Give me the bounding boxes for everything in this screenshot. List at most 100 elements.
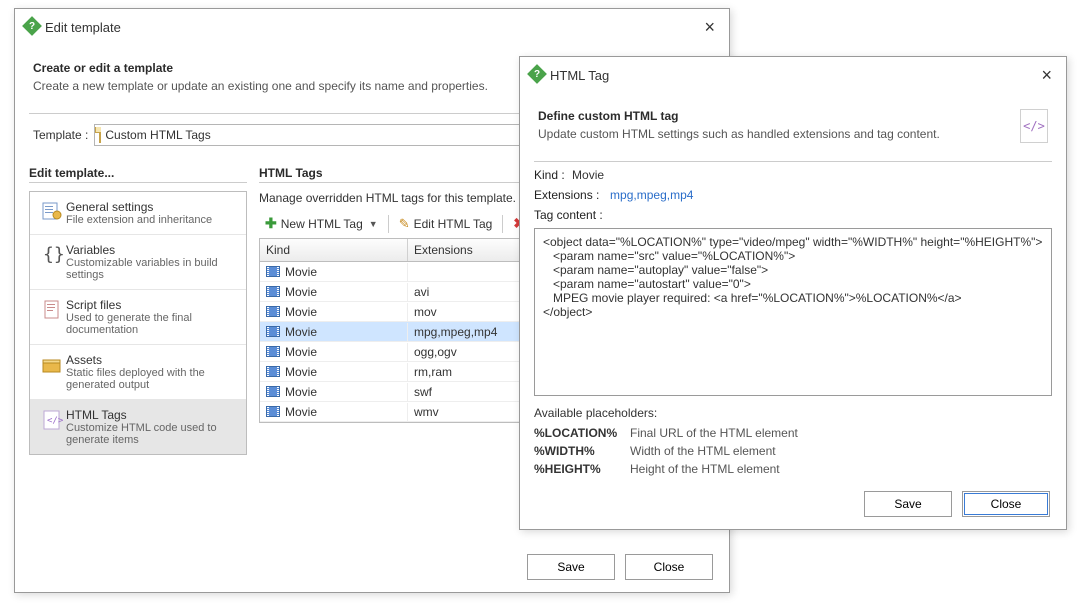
assets-icon — [38, 354, 66, 391]
braces-icon: {} — [38, 244, 66, 281]
separator — [29, 182, 247, 183]
header-block: Define custom HTML tag Update custom HTM… — [520, 95, 1066, 151]
nav-item-sub: Static files deployed with the generated… — [66, 367, 238, 391]
movie-icon — [266, 386, 280, 397]
nav-item-html-tags[interactable]: </> HTML Tags Customize HTML code used t… — [30, 400, 246, 454]
cell-kind-text: Movie — [285, 285, 317, 299]
cell-kind-text: Movie — [285, 385, 317, 399]
close-button[interactable]: Close — [962, 491, 1050, 517]
separator — [388, 215, 389, 233]
document-icon — [99, 128, 101, 142]
code-icon: </> — [38, 409, 66, 446]
pencil-icon: ✎ — [399, 216, 410, 232]
edit-button-label: Edit HTML Tag — [414, 217, 493, 231]
nav-item-sub: File extension and inheritance — [66, 214, 238, 226]
nav-item-title: General settings — [66, 200, 238, 214]
close-icon[interactable]: × — [1037, 65, 1056, 86]
nav-item-title: HTML Tags — [66, 408, 238, 422]
cell-kind-text: Movie — [285, 405, 317, 419]
movie-icon — [266, 266, 280, 277]
nav-list: General settings File extension and inhe… — [29, 191, 247, 455]
placeholder-desc: Height of the HTML element — [630, 462, 780, 476]
cell-kind-text: Movie — [285, 365, 317, 379]
svg-text:{}: {} — [43, 244, 63, 265]
left-column: Edit template... General settings File e… — [29, 160, 247, 455]
dialog-title: Edit template — [45, 20, 700, 35]
cell-kind-text: Movie — [285, 345, 317, 359]
new-html-tag-button[interactable]: ✚ New HTML Tag ▼ — [259, 213, 384, 234]
close-icon[interactable]: × — [700, 17, 719, 38]
tag-content-label-row: Tag content : — [534, 208, 1052, 222]
kind-value: Movie — [572, 168, 604, 182]
cell-kind-text: Movie — [285, 305, 317, 319]
nav-item-scripts[interactable]: Script files Used to generate the final … — [30, 290, 246, 345]
movie-icon — [266, 406, 280, 417]
nav-item-title: Script files — [66, 298, 238, 312]
header-title: Define custom HTML tag — [538, 109, 1020, 123]
cell-kind: Movie — [260, 403, 408, 421]
kind-label: Kind : — [534, 168, 565, 182]
cell-kind: Movie — [260, 343, 408, 361]
svg-text:</>: </> — [47, 416, 63, 426]
placeholder-row: %WIDTH%Width of the HTML element — [534, 444, 1052, 458]
titlebar: HTML Tag × — [520, 57, 1066, 95]
movie-icon — [266, 366, 280, 377]
nav-item-title: Variables — [66, 243, 238, 257]
template-label: Template : — [33, 128, 88, 142]
nav-item-general[interactable]: General settings File extension and inhe… — [30, 192, 246, 235]
movie-icon — [266, 346, 280, 357]
kind-row: Kind : Movie — [534, 168, 1052, 182]
placeholder-row: %HEIGHT%Height of the HTML element — [534, 462, 1052, 476]
placeholder-key: %WIDTH% — [534, 444, 630, 458]
tag-content-label: Tag content : — [534, 208, 603, 222]
html-tag-dialog: HTML Tag × Define custom HTML tag Update… — [519, 56, 1067, 530]
cell-kind: Movie — [260, 263, 408, 281]
save-button[interactable]: Save — [527, 554, 615, 580]
chevron-down-icon: ▼ — [369, 219, 378, 229]
cell-kind-text: Movie — [285, 265, 317, 279]
placeholder-desc: Width of the HTML element — [630, 444, 776, 458]
edit-html-tag-button[interactable]: ✎ Edit HTML Tag — [393, 214, 499, 234]
close-button[interactable]: Close — [625, 554, 713, 580]
cell-kind: Movie — [260, 383, 408, 401]
movie-icon — [266, 326, 280, 337]
footer-buttons: Save Close — [527, 554, 713, 580]
cell-kind: Movie — [260, 303, 408, 321]
cell-kind: Movie — [260, 283, 408, 301]
cell-kind: Movie — [260, 323, 408, 341]
cell-kind-text: Movie — [285, 325, 317, 339]
nav-item-sub: Customizable variables in build settings — [66, 257, 238, 281]
nav-item-variables[interactable]: {} Variables Customizable variables in b… — [30, 235, 246, 290]
header-subtitle: Update custom HTML settings such as hand… — [538, 127, 1020, 141]
titlebar: Edit template × — [15, 9, 729, 47]
footer-buttons: Save Close — [864, 491, 1050, 517]
tag-content-textarea[interactable]: <object data="%LOCATION%" type="video/mp… — [534, 228, 1052, 396]
dialog-body: Kind : Movie Extensions : mpg,mpeg,mp4 T… — [520, 162, 1066, 476]
script-icon — [38, 299, 66, 336]
dialog-title: HTML Tag — [550, 68, 1037, 83]
placeholders-title: Available placeholders: — [534, 406, 1052, 420]
left-section-title: Edit template... — [29, 166, 247, 180]
dialog-icon — [530, 67, 544, 84]
settings-icon — [38, 201, 66, 226]
code-icon: </> — [1020, 109, 1048, 143]
cell-kind: Movie — [260, 363, 408, 381]
placeholder-row: %LOCATION%Final URL of the HTML element — [534, 426, 1052, 440]
movie-icon — [266, 286, 280, 297]
placeholder-key: %LOCATION% — [534, 426, 630, 440]
placeholder-key: %HEIGHT% — [534, 462, 630, 476]
nav-item-title: Assets — [66, 353, 238, 367]
placeholder-desc: Final URL of the HTML element — [630, 426, 798, 440]
save-button[interactable]: Save — [864, 491, 952, 517]
plus-icon: ✚ — [265, 215, 277, 232]
separator — [502, 215, 503, 233]
nav-item-sub: Customize HTML code used to generate ite… — [66, 422, 238, 446]
extensions-value[interactable]: mpg,mpeg,mp4 — [610, 188, 693, 202]
extensions-row: Extensions : mpg,mpeg,mp4 — [534, 188, 1052, 202]
nav-item-sub: Used to generate the final documentation — [66, 312, 238, 336]
dialog-icon — [25, 19, 39, 36]
col-header-kind[interactable]: Kind — [260, 239, 408, 261]
new-button-label: New HTML Tag — [281, 217, 363, 231]
extensions-label: Extensions : — [534, 188, 599, 202]
nav-item-assets[interactable]: Assets Static files deployed with the ge… — [30, 345, 246, 400]
